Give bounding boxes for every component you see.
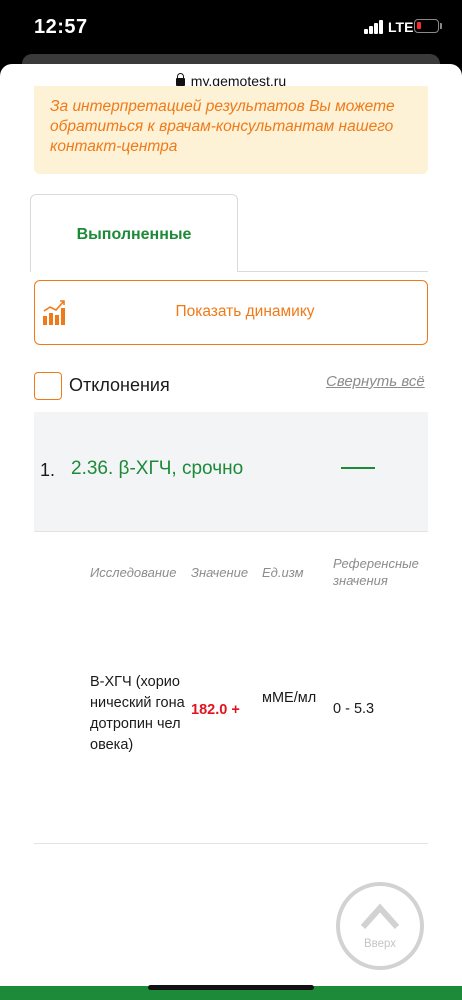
column-header-test: Исследование <box>90 565 177 580</box>
status-time: 12:57 <box>34 16 88 38</box>
deviations-label: Отклонения <box>69 375 170 395</box>
lock-icon <box>175 73 185 86</box>
status-bar: 12:57 LTE <box>0 0 462 56</box>
result-number: 1. <box>40 460 56 480</box>
notice-banner: За интерпретацией результатов Вы можете … <box>34 86 428 174</box>
show-dynamics-label: Показать динамику <box>175 303 315 320</box>
deviations-checkbox[interactable] <box>34 372 62 400</box>
scroll-up-label: Вверх <box>363 938 397 950</box>
column-header-reference: Референсные значения <box>333 556 419 588</box>
collapse-all-link[interactable]: Свернуть всё <box>326 373 425 390</box>
test-unit-cell: мМЕ/мл <box>262 690 317 706</box>
browser-sheet: my.gemotest.ru За интерпретацией результ… <box>0 64 462 1000</box>
chevron-up-icon <box>360 903 400 930</box>
show-dynamics-button[interactable]: Показать динамику <box>34 280 428 345</box>
column-header-unit: Ед.изм <box>262 565 304 580</box>
signal-icon <box>364 20 384 34</box>
collapse-dash-icon[interactable] <box>341 467 375 469</box>
result-header[interactable]: 1. 2.36. β-ХГЧ, срочно <box>34 412 428 531</box>
network-type: LTE <box>388 19 414 35</box>
result-title: 2.36. β-ХГЧ, срочно <box>71 458 244 479</box>
column-header-value: Значение <box>191 565 249 580</box>
home-indicator[interactable] <box>148 985 314 990</box>
battery-icon <box>414 19 439 33</box>
battery-nub <box>440 23 442 29</box>
test-reference-cell: 0 - 5.3 <box>333 701 375 717</box>
tab-completed[interactable]: Выполненные <box>30 194 238 272</box>
tab-underline <box>238 271 428 272</box>
test-value-cell: 182.0 + <box>191 702 240 718</box>
divider <box>34 531 428 532</box>
test-name-cell: В-ХГЧ (хорионический гонадотропин челове… <box>90 674 185 753</box>
scroll-up-button[interactable]: Вверх <box>336 882 424 970</box>
divider <box>34 843 428 844</box>
